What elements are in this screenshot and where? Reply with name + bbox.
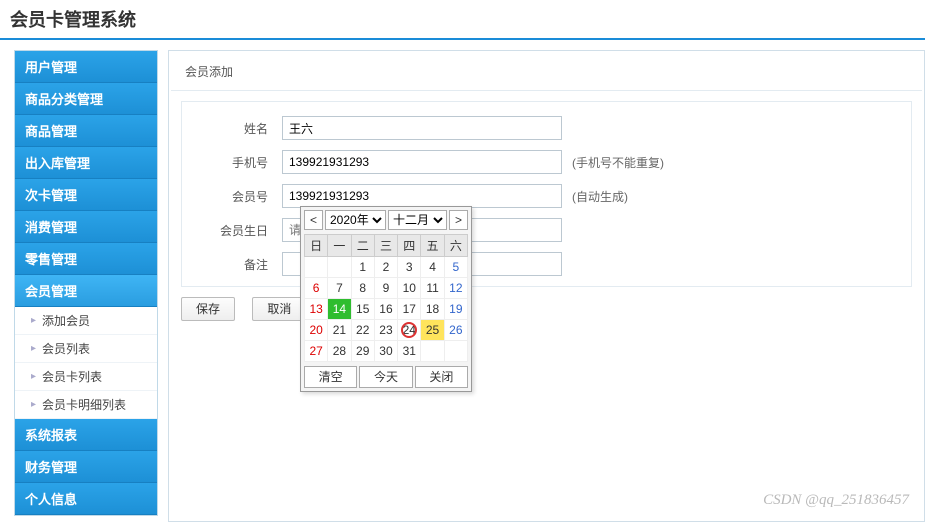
dp-day-12[interactable]: 12 (444, 278, 467, 299)
sidebar-item-2[interactable]: 商品管理 (15, 115, 157, 147)
hint-member-no: (自动生成) (572, 188, 628, 205)
dp-day-empty (444, 341, 467, 362)
dp-day-22[interactable]: 22 (351, 320, 374, 341)
dp-today-button[interactable]: 今天 (359, 366, 412, 388)
dp-day-14[interactable]: 14 (328, 299, 351, 320)
dp-day-1[interactable]: 1 (351, 257, 374, 278)
label-phone: 手机号 (192, 154, 282, 171)
sidebar-subitem-7-2[interactable]: 会员卡列表 (15, 363, 157, 391)
dp-dow-1: 一 (328, 235, 351, 257)
sidebar-item-10[interactable]: 个人信息 (15, 483, 157, 515)
sidebar-item-6[interactable]: 零售管理 (15, 243, 157, 275)
dp-month-select[interactable]: 十二月 (388, 210, 447, 230)
dp-day-20[interactable]: 20 (305, 320, 328, 341)
label-name: 姓名 (192, 120, 282, 137)
dp-calendar: 日一二三四五六 12345678910111213141516171819202… (304, 234, 468, 362)
dp-day-4[interactable]: 4 (421, 257, 444, 278)
dp-day-15[interactable]: 15 (351, 299, 374, 320)
dp-day-5[interactable]: 5 (444, 257, 467, 278)
dp-day-empty (328, 257, 351, 278)
dp-day-13[interactable]: 13 (305, 299, 328, 320)
dp-day-6[interactable]: 6 (305, 278, 328, 299)
sidebar-item-5[interactable]: 消费管理 (15, 211, 157, 243)
sidebar: 用户管理商品分类管理商品管理出入库管理次卡管理消费管理零售管理会员管理添加会员会… (14, 50, 158, 522)
dp-close-button[interactable]: 关闭 (415, 366, 468, 388)
sidebar-item-7[interactable]: 会员管理 (15, 275, 157, 307)
sidebar-subitem-7-0[interactable]: 添加会员 (15, 307, 157, 335)
dp-year-select[interactable]: 2020年 (325, 210, 386, 230)
label-birthday: 会员生日 (192, 222, 282, 239)
dp-prev-button[interactable]: < (304, 210, 323, 230)
member-form: 姓名 手机号 (手机号不能重复) 会员号 (自动生成) 会员生日 备注 (181, 101, 912, 287)
dp-day-21[interactable]: 21 (328, 320, 351, 341)
dp-day-30[interactable]: 30 (374, 341, 397, 362)
dp-dow-4: 四 (398, 235, 421, 257)
main-panel: 会员添加 姓名 手机号 (手机号不能重复) 会员号 (自动生成) 会员生日 备 (168, 50, 925, 522)
sidebar-item-8[interactable]: 系统报表 (15, 419, 157, 451)
dp-day-25[interactable]: 25 (421, 320, 444, 341)
sidebar-subitem-7-1[interactable]: 会员列表 (15, 335, 157, 363)
label-member-no: 会员号 (192, 188, 282, 205)
sidebar-subitem-7-3[interactable]: 会员卡明细列表 (15, 391, 157, 419)
sidebar-item-0[interactable]: 用户管理 (15, 51, 157, 83)
sidebar-item-9[interactable]: 财务管理 (15, 451, 157, 483)
dp-day-18[interactable]: 18 (421, 299, 444, 320)
dp-day-9[interactable]: 9 (374, 278, 397, 299)
dp-next-button[interactable]: > (449, 210, 468, 230)
dp-day-28[interactable]: 28 (328, 341, 351, 362)
sidebar-item-1[interactable]: 商品分类管理 (15, 83, 157, 115)
hint-phone: (手机号不能重复) (572, 154, 664, 171)
save-button[interactable]: 保存 (181, 297, 235, 321)
dp-clear-button[interactable]: 清空 (304, 366, 357, 388)
dp-dow-6: 六 (444, 235, 467, 257)
dp-day-3[interactable]: 3 (398, 257, 421, 278)
dp-dow-2: 二 (351, 235, 374, 257)
dp-day-24[interactable]: 24 (398, 320, 421, 341)
app-header: 会员卡管理系统 (0, 0, 925, 40)
sidebar-item-3[interactable]: 出入库管理 (15, 147, 157, 179)
dp-day-16[interactable]: 16 (374, 299, 397, 320)
dp-day-empty (305, 257, 328, 278)
input-name[interactable] (282, 116, 562, 140)
dp-day-11[interactable]: 11 (421, 278, 444, 299)
label-remark: 备注 (192, 256, 282, 273)
dp-dow-3: 三 (374, 235, 397, 257)
dp-day-empty (421, 341, 444, 362)
dp-day-19[interactable]: 19 (444, 299, 467, 320)
dp-day-10[interactable]: 10 (398, 278, 421, 299)
dp-day-7[interactable]: 7 (328, 278, 351, 299)
dp-day-29[interactable]: 29 (351, 341, 374, 362)
input-phone[interactable] (282, 150, 562, 174)
dp-day-23[interactable]: 23 (374, 320, 397, 341)
dp-day-8[interactable]: 8 (351, 278, 374, 299)
dp-day-27[interactable]: 27 (305, 341, 328, 362)
dp-dow-5: 五 (421, 235, 444, 257)
dp-day-17[interactable]: 17 (398, 299, 421, 320)
cancel-button[interactable]: 取消 (252, 297, 306, 321)
sidebar-item-4[interactable]: 次卡管理 (15, 179, 157, 211)
app-title: 会员卡管理系统 (10, 6, 915, 32)
dp-day-26[interactable]: 26 (444, 320, 467, 341)
panel-title: 会员添加 (171, 53, 922, 91)
dp-day-2[interactable]: 2 (374, 257, 397, 278)
dp-dow-0: 日 (305, 235, 328, 257)
dp-day-31[interactable]: 31 (398, 341, 421, 362)
input-member-no[interactable] (282, 184, 562, 208)
date-picker: < 2020年 十二月 > 日一二三四五六 123456789101112131… (300, 206, 472, 392)
